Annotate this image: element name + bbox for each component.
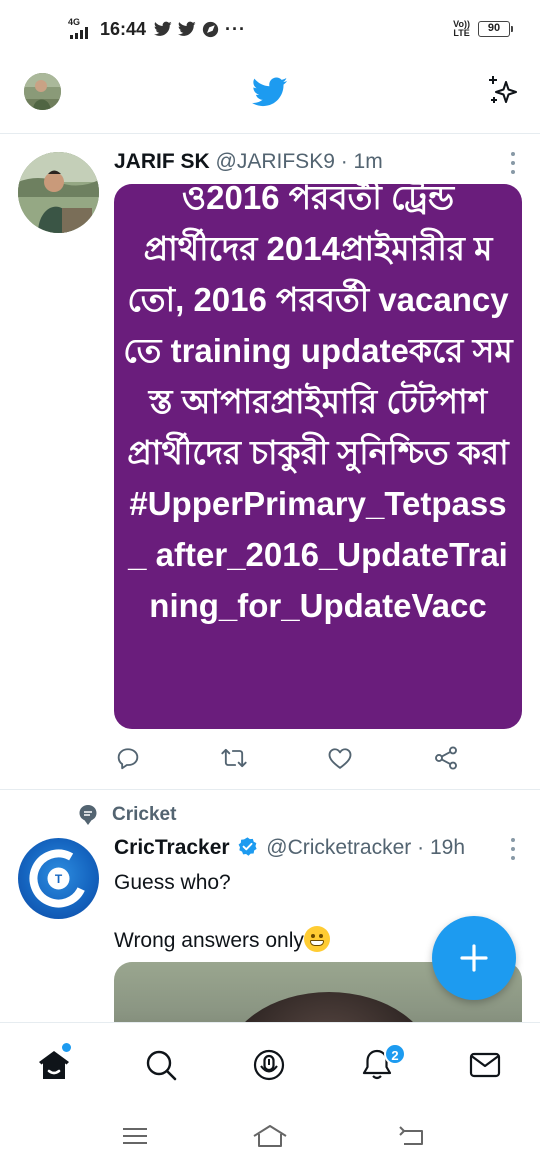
author-handle[interactable]: @Cricketracker (266, 836, 411, 859)
avatar-photo (24, 73, 61, 110)
top-header (0, 60, 540, 134)
network-type: 4G (68, 17, 81, 27)
tweet[interactable]: JARIF SK @JARIFSK9 · 1m ও2016 পরবর্তী ট্… (0, 134, 540, 790)
spaces-icon[interactable] (251, 1047, 287, 1083)
topic-row[interactable]: Cricket (78, 804, 176, 826)
system-navigation-bar (0, 1106, 540, 1170)
crictracker-logo-icon: T (29, 849, 88, 908)
author-handle[interactable]: @JARIFSK9 (216, 150, 335, 173)
media-image-text: ও2016 পরবর্তী ট্রেন্ড প্রার্থীদের 2014প্… (123, 184, 513, 624)
author-name[interactable]: CricTracker (114, 836, 230, 859)
compass-icon (202, 21, 219, 37)
profile-avatar-button[interactable] (24, 73, 61, 110)
tweet-text: Wrong answers only (114, 929, 304, 952)
search-icon[interactable] (143, 1047, 179, 1083)
more-options-icon[interactable] (510, 838, 516, 860)
menu-icon[interactable] (120, 1124, 150, 1148)
topic-icon (79, 805, 97, 825)
notification-count-badge: 2 (384, 1043, 406, 1065)
battery-level: 90 (487, 22, 501, 34)
battery-icon: 90 (478, 21, 513, 37)
share-icon[interactable] (432, 744, 460, 772)
tweet-header: CricTracker @Cricketracker · 19h (114, 836, 465, 860)
plus-icon (460, 944, 488, 972)
tweet-time: · 19h (417, 836, 466, 859)
bottom-navigation: 2 (0, 1022, 540, 1106)
more-notifications: ··· (225, 18, 247, 39)
twitter-notification-icon (178, 21, 196, 36)
tweet-media-image[interactable]: ও2016 পরবর্তী ট্রেন্ড প্রার্থীদের 2014প্… (114, 184, 522, 729)
twitter-notification-icon (154, 21, 172, 36)
volte-indicator: Vo)) LTE (453, 20, 470, 38)
home-unread-dot (62, 1043, 71, 1052)
retweet-icon[interactable] (220, 744, 248, 772)
tweet-header: JARIF SK @JARIFSK9 · 1m (114, 150, 383, 174)
tweet-text-line-2: Wrong answers only (114, 926, 330, 956)
sparkle-icon[interactable] (484, 72, 522, 110)
like-icon[interactable] (326, 744, 354, 772)
topic-label[interactable]: Cricket (112, 804, 176, 826)
more-options-icon[interactable] (510, 152, 516, 174)
status-bar: 4G 16:44 ··· Vo)) LTE 90 (0, 0, 540, 60)
back-icon[interactable] (396, 1124, 426, 1148)
tweet-text-line: Guess who? (114, 871, 231, 894)
signal-indicator: 4G (66, 18, 94, 40)
home-icon[interactable] (36, 1047, 72, 1083)
grinning-face-icon (303, 926, 330, 952)
author-avatar[interactable] (18, 152, 99, 233)
home-outline-icon[interactable] (252, 1124, 288, 1148)
compose-tweet-button[interactable] (432, 916, 516, 1000)
twitter-bird-icon[interactable] (252, 74, 288, 110)
messages-icon[interactable] (467, 1047, 503, 1083)
reply-icon[interactable] (114, 744, 142, 772)
signal-bars-icon (70, 27, 88, 39)
author-avatar[interactable]: T (18, 838, 99, 919)
svg-text:T: T (55, 872, 63, 886)
author-name[interactable]: JARIF SK (114, 150, 210, 173)
tweet-actions (114, 744, 514, 774)
avatar-photo (18, 152, 99, 233)
clock: 16:44 (100, 18, 147, 39)
status-left: 4G 16:44 ··· (66, 18, 246, 40)
status-right: Vo)) LTE 90 (453, 20, 513, 38)
verified-badge-icon (239, 837, 258, 856)
lte-label: LTE (453, 28, 470, 38)
tweet-time: · 1m (340, 150, 383, 173)
